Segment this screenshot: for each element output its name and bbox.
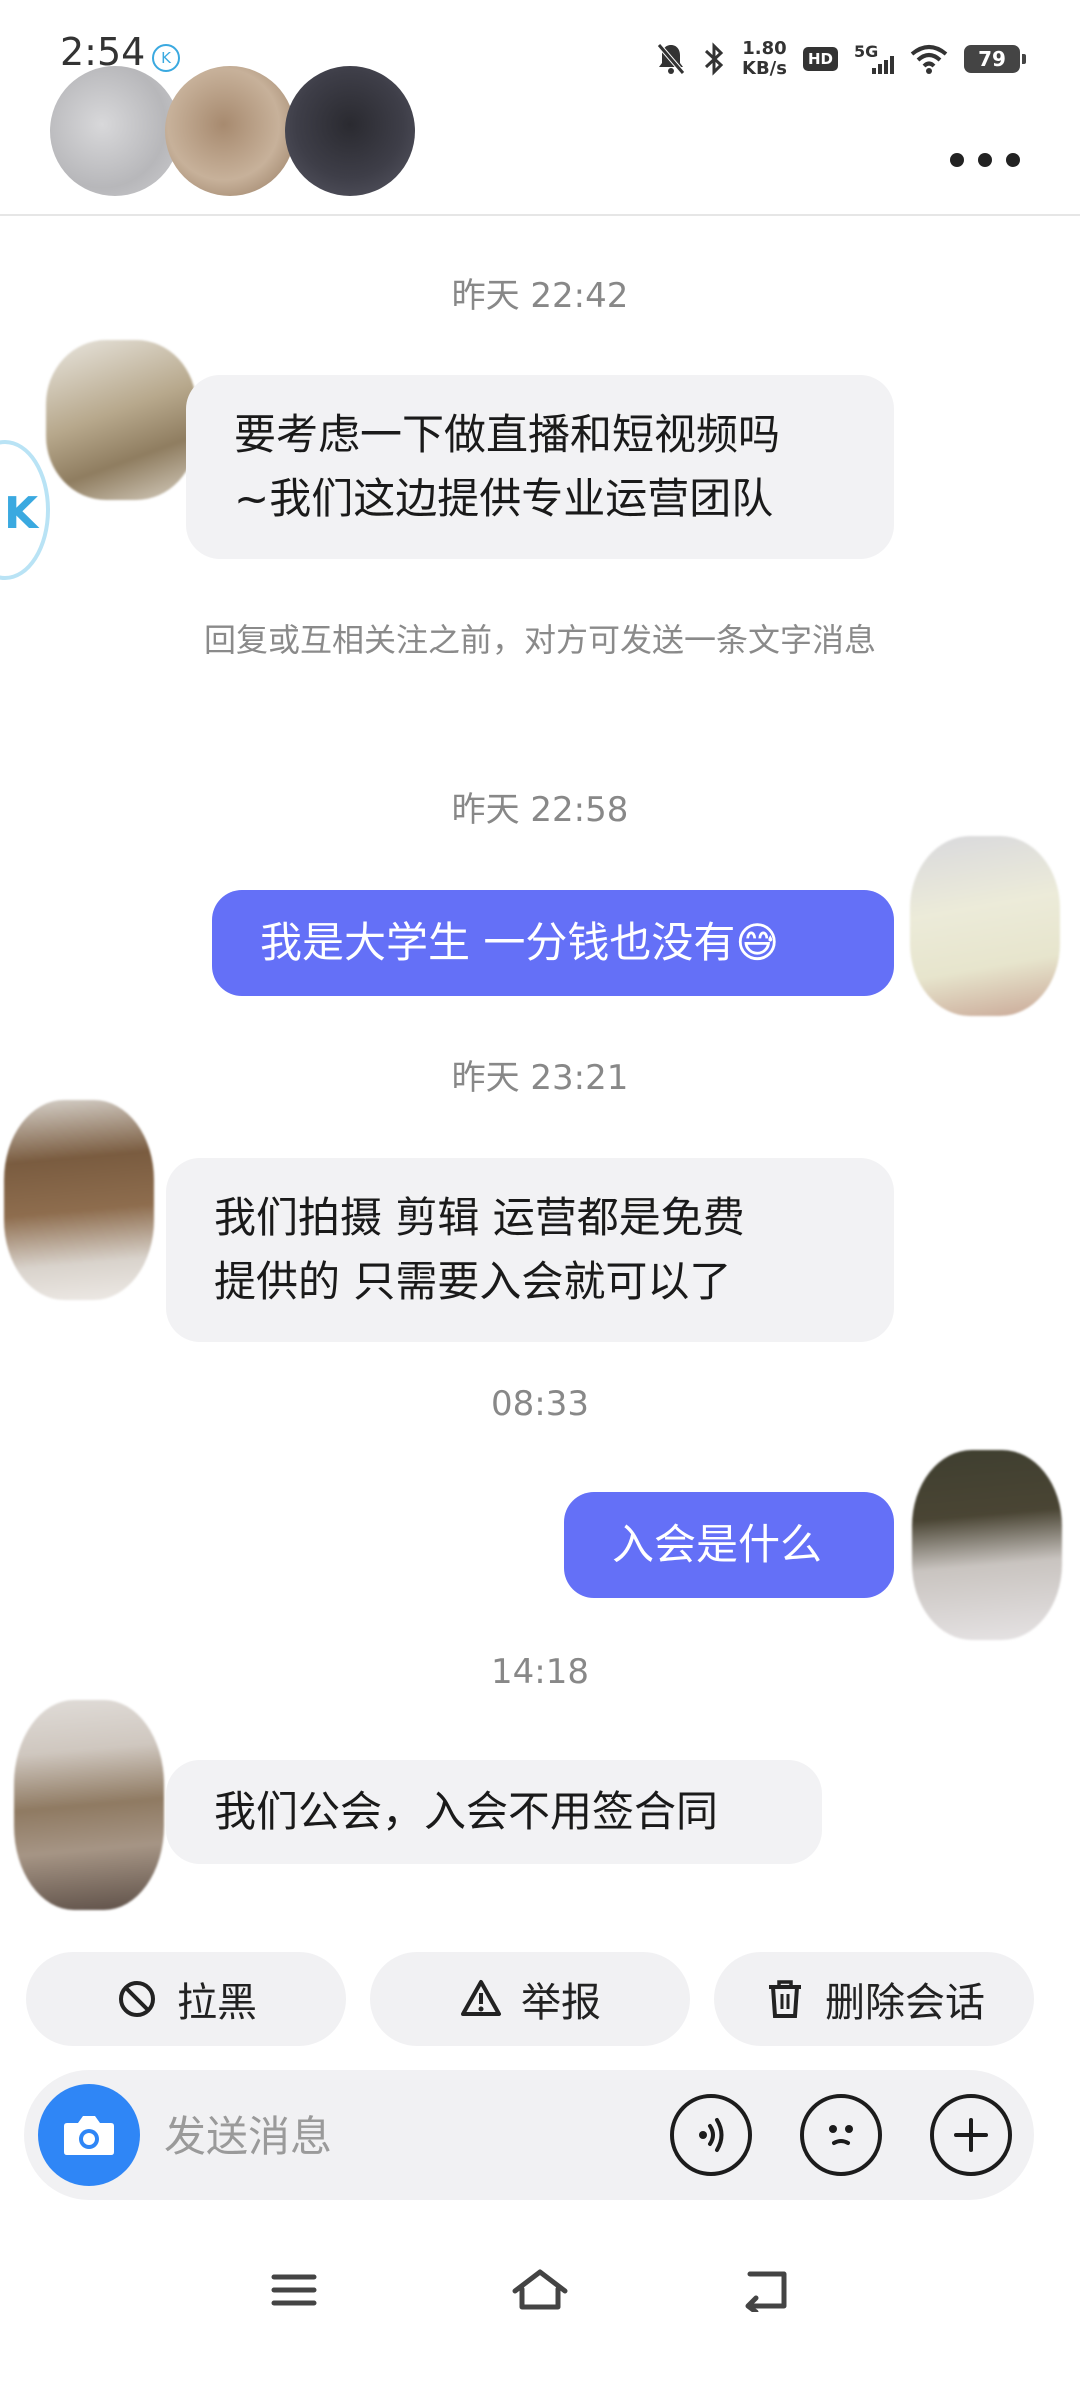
timestamp: 昨天 22:58 bbox=[451, 790, 629, 830]
report-button[interactable]: 举报 bbox=[370, 1952, 690, 2046]
more-icon[interactable] bbox=[950, 140, 1020, 180]
status-icons: 1.80 KB/s HD 5G 79 bbox=[656, 34, 1026, 84]
k-widget-letter: K bbox=[4, 488, 39, 539]
my-avatar[interactable] bbox=[912, 1450, 1062, 1640]
message-line: 我们公会，入会不用签合同 bbox=[214, 1787, 719, 1836]
warning-icon bbox=[461, 1980, 501, 2016]
contact-avatar-3[interactable] bbox=[285, 66, 415, 196]
hd-badge: HD bbox=[802, 47, 838, 71]
chat-header bbox=[0, 66, 1080, 216]
message-line: 要考虑一下做直播和短视频吗 bbox=[234, 410, 781, 459]
block-icon bbox=[119, 1981, 155, 2017]
floating-k-widget[interactable]: K bbox=[0, 440, 50, 580]
block-label: 拉黑 bbox=[177, 1980, 257, 2026]
camera-icon[interactable] bbox=[38, 2084, 140, 2186]
my-avatar[interactable] bbox=[910, 836, 1060, 1016]
delete-conversation-button[interactable]: 删除会话 bbox=[714, 1952, 1034, 2046]
outgoing-message[interactable]: 我是大学生 一分钱也没有😅 bbox=[212, 890, 894, 996]
block-button[interactable]: 拉黑 bbox=[26, 1952, 346, 2046]
report-label: 举报 bbox=[521, 1980, 601, 2026]
timestamp: 08:33 bbox=[491, 1384, 589, 1424]
sender-avatar[interactable] bbox=[4, 1100, 154, 1300]
delete-label: 删除会话 bbox=[825, 1980, 985, 2026]
sender-avatar[interactable] bbox=[14, 1700, 164, 1910]
outgoing-message[interactable]: 入会是什么 bbox=[564, 1492, 894, 1598]
back-icon[interactable] bbox=[726, 2260, 806, 2320]
message-input-bar bbox=[24, 2070, 1034, 2200]
sender-avatar[interactable] bbox=[46, 340, 196, 500]
bluetooth-icon bbox=[704, 42, 724, 76]
network-speed-unit: KB/s bbox=[742, 58, 787, 79]
incoming-message[interactable]: 要考虑一下做直播和短视频吗 ~我们这边提供专业运营团队 bbox=[186, 375, 894, 559]
menu-icon[interactable] bbox=[254, 2260, 334, 2320]
message-line: 我们拍摄 剪辑 运营都是免费 bbox=[214, 1193, 745, 1242]
trash-icon bbox=[769, 1980, 801, 2018]
message-text: 入会是什么 bbox=[612, 1520, 823, 1569]
home-icon[interactable] bbox=[500, 2260, 580, 2320]
message-text: 我是大学生 一分钱也没有😅 bbox=[260, 918, 780, 967]
message-line: 提供的 只需要入会就可以了 bbox=[214, 1257, 732, 1306]
wifi-icon bbox=[910, 45, 948, 74]
timestamp: 14:18 bbox=[491, 1652, 589, 1692]
contact-avatar-1[interactable] bbox=[50, 66, 180, 196]
system-nav-bar bbox=[0, 2230, 1080, 2350]
privacy-notice: 回复或互相关注之前，对方可发送一条文字消息 bbox=[203, 621, 876, 659]
emoji-icon[interactable] bbox=[800, 2094, 882, 2176]
incoming-message[interactable]: 我们拍摄 剪辑 运营都是免费 提供的 只需要入会就可以了 bbox=[166, 1158, 894, 1342]
message-input[interactable] bbox=[162, 2098, 636, 2174]
plus-icon[interactable] bbox=[930, 2094, 1012, 2176]
network-speed-value: 1.80 bbox=[742, 38, 787, 59]
app-notification-badge: K bbox=[152, 44, 180, 72]
mute-icon bbox=[657, 43, 685, 75]
timestamp: 昨天 23:21 bbox=[451, 1058, 629, 1098]
network-speed: 1.80 KB/s bbox=[742, 39, 787, 79]
cellular-signal-icon: 5G bbox=[854, 42, 894, 76]
incoming-message[interactable]: 我们公会，入会不用签合同 bbox=[166, 1760, 822, 1864]
timestamp: 昨天 22:42 bbox=[451, 276, 629, 316]
message-line: ~我们这边提供专业运营团队 bbox=[234, 474, 774, 523]
voice-icon[interactable] bbox=[670, 2094, 752, 2176]
contact-avatar-2[interactable] bbox=[165, 66, 295, 196]
battery-indicator: 79 bbox=[964, 45, 1026, 73]
